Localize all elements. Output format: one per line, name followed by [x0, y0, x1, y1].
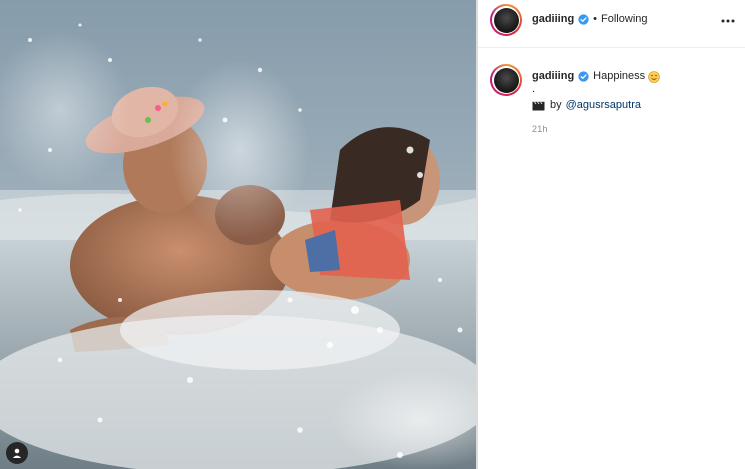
more-options-button[interactable] — [721, 14, 735, 28]
author-avatar[interactable] — [490, 4, 522, 36]
header-user-info: gadiiing • Following — [532, 13, 648, 25]
post-photo[interactable] — [0, 0, 476, 469]
author-username[interactable]: gadiiing — [532, 13, 574, 25]
following-button[interactable]: Following — [601, 13, 647, 25]
post-details-panel: gadiiing • Following gadiiing Happiness … — [478, 0, 745, 469]
caption-dot-line: . — [532, 83, 536, 95]
separator-dot: • — [593, 13, 598, 25]
verified-badge-icon — [578, 71, 589, 82]
photo-credit: by @agusrsaputra — [532, 98, 732, 113]
credit-prefix: by — [550, 99, 562, 111]
beach-splash-photo — [0, 0, 476, 469]
smiling-face-emoji-icon — [648, 70, 660, 83]
caption-author-avatar[interactable] — [490, 64, 522, 96]
user-tag-button[interactable] — [6, 442, 28, 464]
more-options-icon — [721, 19, 735, 23]
verified-badge-icon — [578, 13, 589, 25]
avatar-image — [493, 7, 519, 33]
caption-body: gadiiing Happiness . by @agusrsaputra 21… — [532, 69, 732, 137]
credit-mention-link[interactable]: @agusrsaputra — [566, 98, 641, 113]
post-timestamp[interactable]: 21h — [532, 122, 732, 137]
post-header: gadiiing • Following — [478, 0, 745, 48]
user-tag-icon — [12, 448, 22, 458]
clapper-board-icon — [532, 101, 545, 110]
caption-text: Happiness — [593, 70, 646, 82]
caption-username[interactable]: gadiiing — [532, 69, 574, 84]
avatar-image — [493, 67, 519, 93]
